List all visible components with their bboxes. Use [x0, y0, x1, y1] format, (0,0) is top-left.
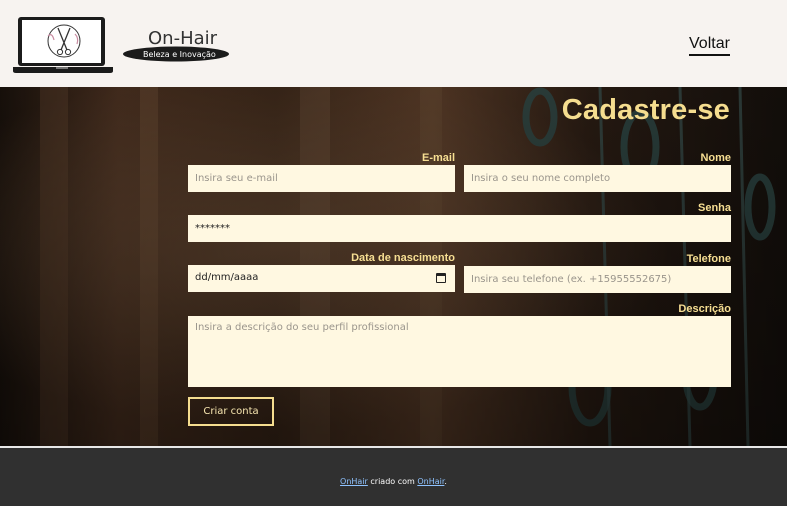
birthdate-value: dd/mm/aaaa [195, 272, 259, 283]
back-link[interactable]: Voltar [689, 34, 730, 56]
email-input[interactable] [188, 165, 455, 192]
page-title: Cadastre-se [561, 94, 730, 126]
footer-link-onhair-1[interactable]: OnHair [340, 477, 368, 486]
footer-end-text: . [444, 477, 447, 486]
email-field-group: E-mail [188, 152, 455, 192]
footer-link-onhair-2[interactable]: OnHair [417, 477, 444, 486]
name-input[interactable] [464, 165, 731, 192]
site-footer: OnHair criado com OnHair. [0, 446, 787, 506]
footer-credit: OnHair criado com OnHair. [0, 477, 787, 486]
create-account-button[interactable]: Criar conta [188, 397, 274, 426]
calendar-icon[interactable] [436, 273, 446, 283]
birthdate-input[interactable]: dd/mm/aaaa [188, 265, 455, 292]
birthdate-label: Data de nascimento [351, 252, 455, 264]
description-field-group: Descrição [188, 303, 731, 387]
phone-field-group: Telefone [464, 253, 731, 293]
password-label: Senha [697, 202, 731, 214]
password-input[interactable] [188, 215, 731, 242]
signup-section: Cadastre-se E-mail Nome Senha Data de na… [0, 87, 787, 446]
phone-label: Telefone [686, 253, 731, 265]
site-header: On-Hair Beleza e Inovação Voltar [0, 0, 787, 87]
name-label: Nome [700, 152, 731, 164]
footer-middle-text: criado com [367, 477, 418, 486]
svg-text:Beleza e Inovação: Beleza e Inovação [143, 50, 216, 59]
password-field-group: Senha [188, 202, 731, 242]
svg-text:On-Hair: On-Hair [148, 28, 218, 49]
email-label: E-mail [421, 152, 455, 164]
name-field-group: Nome [464, 152, 731, 192]
description-label: Descrição [678, 303, 731, 315]
phone-input[interactable] [464, 266, 731, 293]
description-textarea[interactable] [188, 316, 731, 387]
birthdate-field-group: Data de nascimento dd/mm/aaaa [188, 252, 455, 292]
on-hair-logo[interactable]: On-Hair Beleza e Inovação [12, 14, 234, 76]
